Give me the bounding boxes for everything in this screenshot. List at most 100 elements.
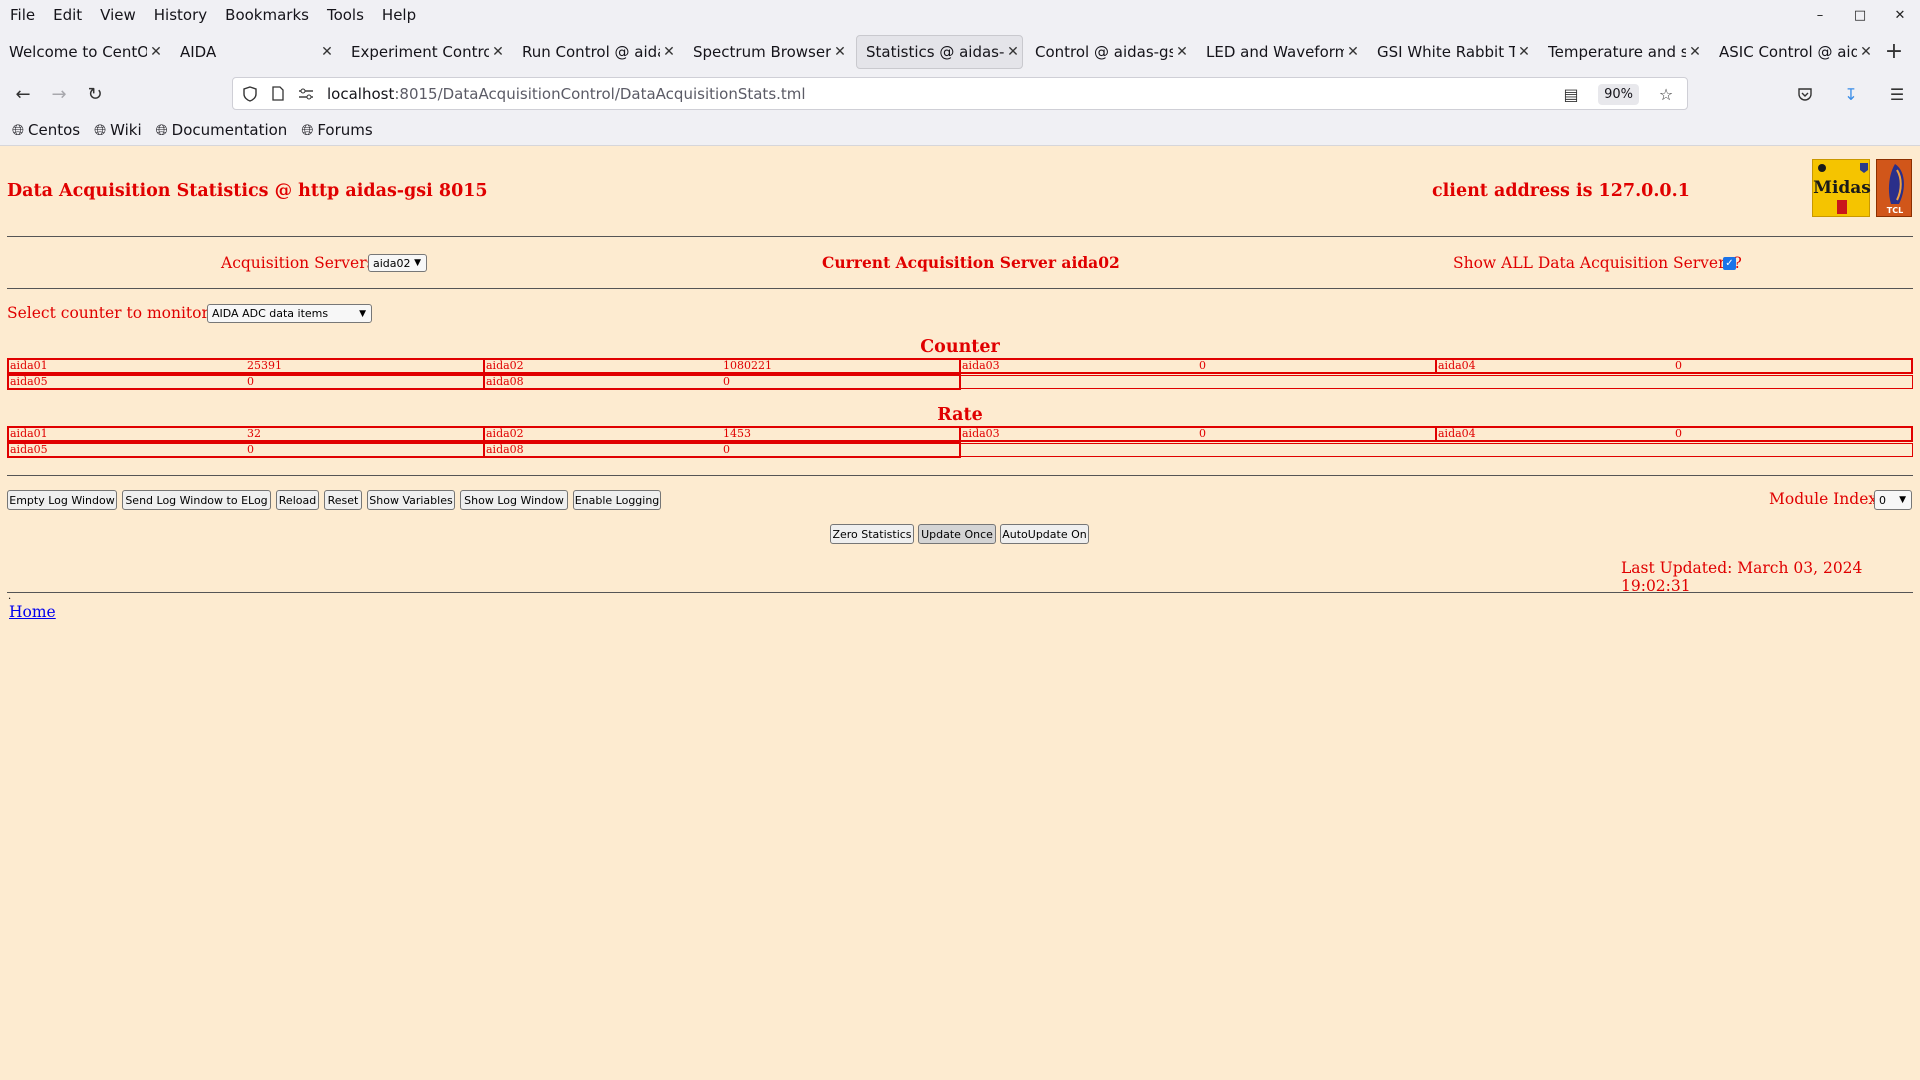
close-tab-icon[interactable]: ✕ [1173,44,1191,60]
reset-button[interactable]: Reset [324,490,362,510]
tab-label: Experiment Control @ [351,43,489,61]
close-tab-icon[interactable]: ✕ [147,44,165,60]
permissions-icon[interactable] [295,83,317,105]
close-window-icon[interactable]: ✕ [1880,0,1920,30]
bookmarks-bar: 🌐︎ Centos 🌐︎ Wiki 🌐︎ Documentation 🌐︎ Forums [0,115,1920,146]
close-tab-icon[interactable]: ✕ [1857,44,1875,60]
chevron-down-icon: ▼ [414,258,421,268]
current-acquisition-server: Current Acquisition Server aida02 [822,253,1120,272]
tab-spectrum-browser[interactable]: Spectrum Browser @✕ [684,35,849,69]
tab-label: Spectrum Browser @ [693,43,831,61]
tab-label: GSI White Rabbit Tin [1377,43,1515,61]
counter-select[interactable]: AIDA ADC data items ▼ [207,304,372,323]
close-tab-icon[interactable]: ✕ [1515,44,1533,60]
globe-icon: 🌐︎ [155,121,168,139]
forward-icon[interactable]: → [46,81,72,107]
back-icon[interactable]: ← [10,81,36,107]
counter-row-2: aida05 0 aida08 0 [7,374,1913,390]
menu-edit[interactable]: Edit [44,0,91,30]
reader-view-icon[interactable]: ▤ [1558,81,1584,107]
bookmark-forums[interactable]: 🌐︎ Forums [301,121,372,139]
menu-help[interactable]: Help [373,0,425,30]
divider [7,592,1913,593]
tab-welcome-centos[interactable]: Welcome to CentOS ✕ [0,35,165,69]
globe-icon: 🌐︎ [94,121,107,139]
counter-cell: aida08 0 [483,374,961,390]
menu-file[interactable]: File [0,0,44,30]
autoupdate-on-button[interactable]: AutoUpdate On [1000,524,1089,544]
rate-value: 0 [247,443,254,456]
divider [7,288,1913,289]
module-index-select[interactable]: 0 ▼ [1874,490,1912,510]
tab-label: ASIC Control @ aida [1719,43,1857,61]
tab-aida[interactable]: AIDA ✕ [171,35,336,69]
send-log-to-elog-button[interactable]: Send Log Window to ELog [122,490,271,510]
tab-temperature[interactable]: Temperature and sta✕ [1539,35,1704,69]
counter-title: Counter [920,337,1000,357]
globe-icon: 🌐︎ [12,121,25,139]
counter-select-value: AIDA ADC data items [212,307,329,320]
menu-tools[interactable]: Tools [318,0,373,30]
close-tab-icon[interactable]: ✕ [1004,44,1022,60]
menu-view[interactable]: View [91,0,145,30]
pocket-icon[interactable] [1792,81,1818,107]
close-tab-icon[interactable]: ✕ [1344,44,1362,60]
close-tab-icon[interactable]: ✕ [660,44,678,60]
bookmark-centos[interactable]: 🌐︎ Centos [12,121,80,139]
close-tab-icon[interactable]: ✕ [489,44,507,60]
empty-log-window-button[interactable]: Empty Log Window [7,490,117,510]
counter-value: 0 [1199,359,1206,372]
bookmark-star-icon[interactable]: ☆ [1653,81,1679,107]
show-all-servers-checkbox[interactable]: ✓ [1723,257,1736,270]
counter-value: 1080221 [723,359,772,372]
tab-label: LED and Waveform c [1206,43,1344,61]
server-name: aida08 [486,375,524,388]
tab-white-rabbit[interactable]: GSI White Rabbit Tin✕ [1368,35,1533,69]
acquisition-servers-label: Acquisition Servers [221,254,375,272]
rate-cell: aida01 32 [7,426,485,442]
server-name: aida01 [10,427,48,440]
menu-bookmarks[interactable]: Bookmarks [216,0,318,30]
tab-label: Control @ aidas-gsi [1035,43,1173,61]
tab-experiment-control[interactable]: Experiment Control @✕ [342,35,507,69]
bookmark-wiki[interactable]: 🌐︎ Wiki [94,121,142,139]
url-bar[interactable]: localhost:8015/DataAcquisitionControl/Da… [232,77,1688,110]
tab-asic-control[interactable]: ASIC Control @ aida ✕ [1710,35,1875,69]
tab-label: Run Control @ aidas [522,43,660,61]
maximize-icon[interactable]: □ [1840,0,1880,30]
tab-label: Temperature and sta [1548,43,1686,61]
menu-history[interactable]: History [145,0,216,30]
page-info-icon[interactable] [267,83,289,105]
counter-cell: aida01 25391 [7,358,485,374]
tab-statistics[interactable]: Statistics @ aidas-gsi✕ [856,35,1023,69]
downloads-icon[interactable]: ↧ [1838,81,1864,107]
new-tab-icon[interactable]: + [1880,38,1908,66]
select-counter-label: Select counter to monitor [7,304,209,322]
show-log-window-button[interactable]: Show Log Window [460,490,568,510]
hamburger-menu-icon[interactable]: ☰ [1884,81,1910,107]
close-tab-icon[interactable]: ✕ [831,44,849,60]
navigation-bar: ← → ↻ localhost:8015/DataAcquisitionCont… [0,73,1920,115]
counter-value: 25391 [247,359,282,372]
show-variables-button[interactable]: Show Variables [367,490,455,510]
reload-icon[interactable]: ↻ [82,81,108,107]
divider [7,236,1913,237]
tab-label: AIDA [180,43,217,61]
shield-icon[interactable] [239,83,261,105]
rate-value: 0 [1675,427,1682,440]
home-link[interactable]: Home [9,603,56,621]
reload-button[interactable]: Reload [276,490,319,510]
acquisition-server-select[interactable]: aida02 ▼ [368,254,427,272]
minimize-icon[interactable]: – [1800,0,1840,30]
tab-run-control[interactable]: Run Control @ aidas ✕ [513,35,678,69]
rate-cell: aida05 0 [7,442,485,458]
close-tab-icon[interactable]: ✕ [1686,44,1704,60]
tab-led-waveform[interactable]: LED and Waveform c✕ [1197,35,1362,69]
zero-statistics-button[interactable]: Zero Statistics [830,524,914,544]
zoom-level[interactable]: 90% [1598,83,1639,105]
tab-control[interactable]: Control @ aidas-gsi ✕ [1026,35,1191,69]
enable-logging-button[interactable]: Enable Logging [573,490,661,510]
update-once-button[interactable]: Update Once [918,524,996,544]
bookmark-documentation[interactable]: 🌐︎ Documentation [156,121,288,139]
close-tab-icon[interactable]: ✕ [318,44,336,60]
